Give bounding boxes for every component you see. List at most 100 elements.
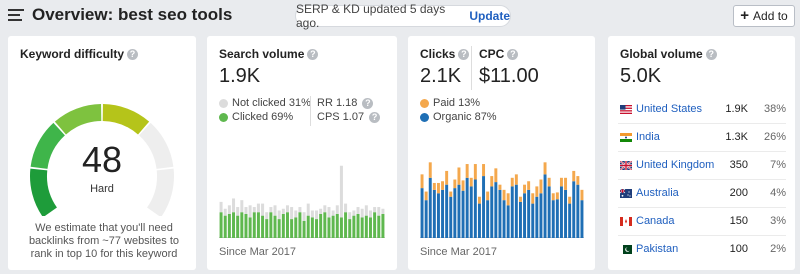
rr-label: RR 1.18 (317, 97, 358, 109)
flag-pk-icon (620, 245, 632, 254)
help-icon[interactable]: ? (369, 111, 381, 123)
help-icon[interactable]: ? (362, 97, 374, 109)
country-volume: 100 (729, 243, 748, 255)
clicked-bar (348, 219, 352, 238)
organic-bar (457, 184, 461, 238)
organic-bar (531, 203, 535, 238)
organic-bar (527, 189, 531, 238)
country-name[interactable]: Australia (636, 187, 679, 199)
flag-gb-icon (620, 161, 632, 170)
country-name[interactable]: India (636, 131, 660, 143)
clicked-bar (323, 212, 327, 238)
clicked-bar (290, 219, 294, 238)
organic-bar (490, 186, 494, 238)
organic-bar (461, 190, 465, 238)
country-name[interactable]: Pakistan (636, 243, 678, 255)
country-percent: 4% (770, 187, 786, 199)
help-icon[interactable]: ? (507, 49, 519, 60)
paid-bar (555, 192, 559, 200)
country-row: United States 1.9K 38% (618, 96, 786, 124)
paid-bar (523, 184, 527, 194)
not-clicked-bar (277, 210, 281, 220)
not-clicked-bar (298, 207, 302, 213)
organic-bar (494, 182, 498, 238)
not-clicked-bar (373, 207, 377, 213)
country-name[interactable]: United Kingdom (636, 159, 714, 171)
clicked-bar (256, 212, 260, 238)
organic-bar (506, 205, 510, 238)
help-icon[interactable]: ? (127, 49, 139, 60)
not-clicked-bar (223, 208, 227, 216)
paid-bar (531, 193, 535, 204)
clicked-bar (356, 213, 360, 238)
organic-bar (551, 200, 555, 238)
clicked-bar (373, 212, 377, 238)
clicked-bar (219, 212, 223, 238)
country-percent: 7% (770, 159, 786, 171)
not-clicked-bar (265, 212, 269, 220)
paid-bar (490, 176, 494, 187)
clicked-bar (344, 212, 348, 238)
organic-bar (445, 184, 449, 238)
paid-bar (564, 177, 568, 190)
not-clicked-bar (319, 208, 323, 214)
not-clicked-bar (236, 207, 240, 216)
country-name[interactable]: Canada (636, 215, 675, 227)
organic-bar (424, 200, 428, 238)
paid-bar (473, 164, 477, 180)
paid-bar (465, 164, 469, 178)
clicks-card: Clicks? CPC? 2.1K $11.00 Paid 13% Organi… (408, 36, 595, 270)
not-clicked-bar (331, 210, 335, 216)
page-title: Overview: best seo tools (32, 5, 233, 24)
paid-bar (453, 179, 457, 189)
paid-bar (445, 170, 449, 185)
organic-bar (486, 200, 490, 238)
update-link[interactable]: Update (469, 9, 510, 23)
not-clicked-bar (348, 212, 352, 220)
organic-bar (465, 177, 469, 238)
clicked-bar (281, 213, 285, 238)
paid-bar (461, 180, 465, 191)
paid-bar (551, 193, 555, 201)
flag-ca-icon (620, 217, 632, 226)
organic-bar (432, 189, 436, 238)
paid-bar (514, 174, 518, 185)
gv-title: Global volume? (620, 47, 717, 61)
paid-bar (494, 168, 498, 183)
clicks-title: Clicks? (420, 47, 470, 61)
clicked-bar (227, 213, 231, 238)
paid-bar (477, 196, 481, 204)
help-icon[interactable]: ? (705, 49, 717, 60)
help-icon[interactable]: ? (307, 49, 319, 60)
help-icon[interactable]: ? (458, 49, 470, 60)
organic-bar (580, 200, 584, 238)
organic-bar (482, 176, 486, 238)
organic-bar (518, 201, 522, 238)
add-to-button[interactable]: + Add to (733, 5, 795, 27)
organic-bar (441, 189, 445, 238)
not-clicked-bar (290, 207, 294, 220)
not-clicked-label: Not clicked 31% (232, 97, 311, 109)
paid-bar (518, 196, 522, 202)
gv-value: 5.0K (620, 65, 662, 87)
not-clicked-bar (261, 203, 265, 216)
organic-bar (453, 188, 457, 238)
paid-bar (568, 196, 572, 204)
clicked-bar (377, 215, 381, 238)
plus-icon: + (740, 7, 750, 24)
clicked-bar (335, 213, 339, 238)
not-clicked-bar (364, 205, 368, 216)
country-name[interactable]: United States (636, 103, 702, 115)
organic-bar (502, 200, 506, 238)
not-clicked-bar (310, 210, 314, 218)
clicked-bar (261, 215, 265, 238)
cps-label: CPS 1.07 (317, 111, 365, 123)
organic-bar (568, 203, 572, 238)
sv-title-text: Search volume (219, 47, 305, 61)
not-clicked-bar (360, 208, 364, 218)
organic-bar (477, 203, 481, 238)
menu-icon[interactable] (8, 9, 24, 23)
paid-bar (498, 184, 502, 190)
paid-bar (436, 182, 440, 194)
clicks-chart (420, 162, 584, 238)
